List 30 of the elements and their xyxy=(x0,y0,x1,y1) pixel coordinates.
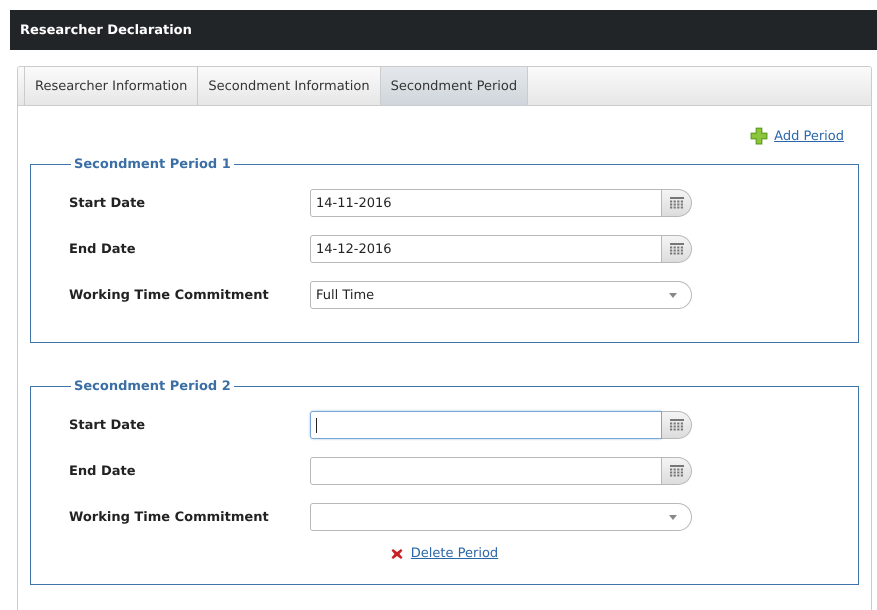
calendar-button[interactable] xyxy=(662,189,692,217)
calendar-icon xyxy=(670,419,684,431)
group-title: Secondment Period 1 xyxy=(73,157,232,172)
field-label: Start Date xyxy=(69,196,146,210)
delete-period-link[interactable]: Delete Period xyxy=(410,546,498,561)
field-label: End Date xyxy=(69,242,137,256)
calendar-button[interactable] xyxy=(662,411,692,439)
date-field[interactable] xyxy=(310,411,662,439)
tab[interactable]: Secondment Period xyxy=(380,67,528,105)
field-label: Working Time Commitment xyxy=(69,510,270,524)
dropdown-arrow-icon xyxy=(669,292,677,298)
calendar-icon xyxy=(670,465,684,477)
field-label: Working Time Commitment xyxy=(69,288,270,302)
delete-icon xyxy=(390,548,403,560)
calendar-button[interactable] xyxy=(662,235,692,263)
dropdown-arrow-icon xyxy=(669,514,677,520)
field-label: Start Date xyxy=(69,418,146,432)
plus-icon xyxy=(750,127,768,145)
date-field[interactable]: 14-11-2016 xyxy=(310,189,662,217)
dropdown[interactable]: Full Time xyxy=(310,281,692,309)
field-label: End Date xyxy=(69,464,137,478)
calendar-icon xyxy=(670,197,684,209)
date-field[interactable]: 14-12-2016 xyxy=(310,235,662,263)
tab[interactable]: Researcher Information xyxy=(24,67,198,105)
add-period-link[interactable]: Add Period xyxy=(774,128,844,144)
group-title: Secondment Period 2 xyxy=(73,379,232,394)
calendar-icon xyxy=(670,243,684,255)
page-title: Researcher Declaration xyxy=(20,22,192,38)
date-field[interactable] xyxy=(310,457,662,485)
calendar-button[interactable] xyxy=(662,457,692,485)
